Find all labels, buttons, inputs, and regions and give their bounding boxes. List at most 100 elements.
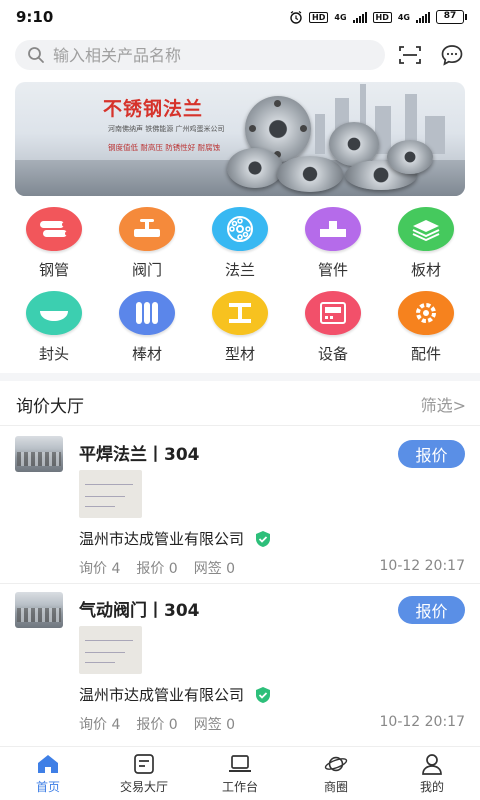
tab-home[interactable]: 首页 <box>0 747 96 800</box>
company-row: 温州市达成管业有限公司 <box>79 528 272 549</box>
status-indicators: HD 4G HD 4G 87 <box>289 10 467 24</box>
header-divider <box>0 425 480 426</box>
inquiry-card[interactable]: 平焊法兰丨304 报价 温州市达成管业有限公司 询价 4 报价 0 网签 0 1… <box>15 436 465 584</box>
category-bar[interactable]: 棒材 <box>101 291 193 375</box>
inquiry-title: 气动阀门丨304 <box>79 601 200 621</box>
status-time: 9:10 <box>16 8 54 26</box>
promo-banner[interactable]: 不锈钢法兰 河南佛纳声 铁佛能源 广州鸡蛋米公司 钢度值低 耐高压 防锈性好 耐… <box>15 82 465 196</box>
category-label: 板材 <box>410 261 441 279</box>
quote-count: 报价 0 <box>136 717 178 733</box>
plate-stack-icon <box>398 207 454 251</box>
user-icon <box>420 753 444 775</box>
attachment-photo[interactable] <box>79 626 142 674</box>
tab-label: 商圈 <box>323 780 348 794</box>
scan-icon <box>399 46 421 64</box>
alarm-icon <box>290 11 302 24</box>
trade-icon <box>132 753 156 775</box>
company-name: 温州市达成管业有限公司 <box>79 530 245 548</box>
signal-icon-2 <box>416 11 430 23</box>
banner-title: 不锈钢法兰 <box>103 98 204 120</box>
tab-profile[interactable]: 我的 <box>384 747 480 800</box>
quote-button[interactable]: 报价 <box>398 440 465 468</box>
company-name: 温州市达成管业有限公司 <box>79 686 245 704</box>
card-divider <box>0 583 480 584</box>
network-label: 4G <box>334 12 347 22</box>
status-bar: 9:10 HD 4G HD 4G 87 <box>0 0 480 34</box>
quote-button[interactable]: 报价 <box>398 596 465 624</box>
laptop-icon <box>228 753 252 775</box>
flange-icon <box>212 207 268 251</box>
tab-label: 我的 <box>419 780 444 794</box>
company-row: 温州市达成管业有限公司 <box>79 684 272 705</box>
category-label: 型材 <box>224 345 255 363</box>
gear-icon <box>398 291 454 335</box>
attachment-photo[interactable] <box>79 470 142 518</box>
filter-button[interactable]: 筛选> <box>421 392 466 416</box>
verified-shield-icon <box>256 686 271 703</box>
tab-workbench[interactable]: 工作台 <box>192 747 288 800</box>
inquiry-stats: 询价 4 报价 0 网签 0 <box>79 714 235 734</box>
category-accessories[interactable]: 配件 <box>380 291 472 375</box>
tab-label: 首页 <box>35 780 60 794</box>
section-divider <box>0 373 480 381</box>
flange-image <box>329 122 379 166</box>
category-head[interactable]: 封头 <box>8 291 100 375</box>
flange-image <box>387 140 433 174</box>
category-label: 管件 <box>317 261 348 279</box>
inquiry-time: 10-12 20:17 <box>379 714 465 730</box>
category-plate[interactable]: 板材 <box>380 207 472 291</box>
flange-image <box>277 156 343 192</box>
bottom-tab-bar: 首页 交易大厅 工作台 商圈 我的 <box>0 746 480 800</box>
steel-pipe-icon <box>26 207 82 251</box>
message-button[interactable] <box>439 42 465 68</box>
tab-label: 交易大厅 <box>119 780 168 794</box>
network-label-2: 4G <box>397 12 410 22</box>
battery-icon: 87 <box>436 10 467 24</box>
category-fittings[interactable]: 管件 <box>287 207 379 291</box>
category-steel-pipe[interactable]: 钢管 <box>8 207 100 291</box>
product-thumbnail <box>15 592 63 628</box>
rods-icon <box>119 291 175 335</box>
planet-icon <box>324 753 348 775</box>
banner-subtitle: 河南佛纳声 铁佛能源 广州鸡蛋米公司 <box>108 125 225 133</box>
signal-icon <box>352 11 367 23</box>
tab-trade-hall[interactable]: 交易大厅 <box>96 747 192 800</box>
category-grid: 钢管 阀门 法兰 管件 板材 封头 棒材 型材 设备 配件 <box>8 207 472 375</box>
valve-icon <box>119 207 175 251</box>
pipe-fitting-icon <box>305 207 361 251</box>
category-label: 配件 <box>410 345 441 363</box>
category-label: 法兰 <box>224 261 255 279</box>
category-label: 钢管 <box>38 261 69 279</box>
hd-badge: HD <box>309 11 329 23</box>
chat-icon <box>441 45 463 66</box>
i-beam-icon <box>212 291 268 335</box>
category-row: 钢管 阀门 法兰 管件 板材 <box>8 207 472 291</box>
category-valve[interactable]: 阀门 <box>101 207 193 291</box>
inquiry-section-header: 询价大厅 筛选> <box>16 386 466 422</box>
category-flange[interactable]: 法兰 <box>194 207 286 291</box>
category-label: 棒材 <box>131 345 162 363</box>
search-icon <box>28 47 44 63</box>
product-thumbnail <box>15 436 63 472</box>
verified-shield-icon <box>256 530 271 547</box>
search-input[interactable] <box>53 45 353 65</box>
home-icon <box>36 753 60 775</box>
category-label: 阀门 <box>131 261 162 279</box>
inquiry-count: 询价 4 <box>79 561 121 577</box>
sign-count: 网签 0 <box>193 717 236 733</box>
search-row <box>15 40 465 70</box>
inquiry-card[interactable]: 气动阀门丨304 报价 温州市达成管业有限公司 询价 4 报价 0 网签 0 1… <box>15 592 465 740</box>
category-row: 封头 棒材 型材 设备 配件 <box>8 291 472 375</box>
inquiry-count: 询价 4 <box>79 717 121 733</box>
sign-count: 网签 0 <box>193 561 236 577</box>
scan-button[interactable] <box>397 42 423 68</box>
dish-head-icon <box>26 291 82 335</box>
equipment-icon <box>305 291 361 335</box>
search-bar[interactable] <box>15 40 385 70</box>
tab-business-circle[interactable]: 商圈 <box>288 747 384 800</box>
category-profile[interactable]: 型材 <box>194 291 286 375</box>
category-equipment[interactable]: 设备 <box>287 291 379 375</box>
inquiry-stats: 询价 4 报价 0 网签 0 <box>79 558 235 578</box>
section-title: 询价大厅 <box>16 396 84 417</box>
hd-badge-2: HD <box>372 11 392 23</box>
